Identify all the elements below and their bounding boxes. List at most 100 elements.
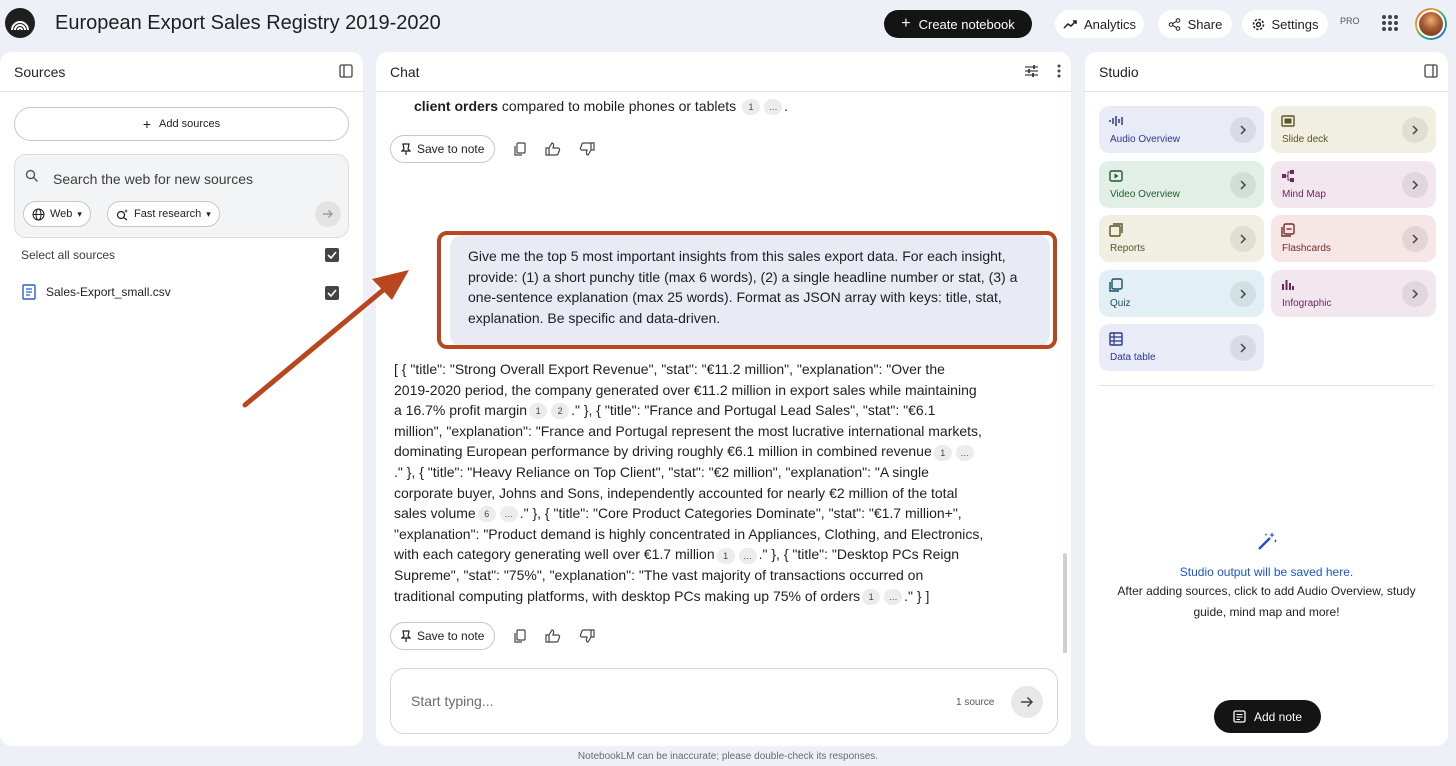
settings-button[interactable]: Settings [1242, 10, 1328, 38]
citation-chip[interactable]: … [499, 506, 518, 523]
citation-chip[interactable]: … [764, 99, 783, 116]
chat-messages[interactable]: client orders compared to mobile phones … [376, 93, 1071, 653]
notebook-title[interactable]: European Export Sales Registry 2019-2020 [55, 12, 441, 35]
magic-wand-icon [1257, 532, 1277, 550]
tune-icon[interactable] [1024, 64, 1039, 78]
select-all-checkbox[interactable] [325, 248, 339, 262]
analytics-button[interactable]: Analytics [1055, 10, 1144, 38]
slides-icon [1281, 115, 1295, 127]
notebooklm-logo-icon[interactable] [5, 8, 35, 38]
video-icon [1109, 169, 1123, 182]
chat-input[interactable]: Start typing... [411, 693, 493, 709]
studio-tile-label: Reports [1110, 243, 1146, 254]
studio-tile-label: Quiz [1110, 297, 1131, 309]
quiz-icon [1109, 277, 1123, 292]
citation-chip[interactable]: 1 [716, 547, 735, 564]
studio-tile-flashcards[interactable]: Flashcards [1271, 215, 1436, 262]
create-notebook-button[interactable]: + Create notebook [884, 10, 1032, 38]
chevron-right-icon[interactable] [1230, 226, 1256, 252]
studio-tile-label: Mind Map [1282, 188, 1326, 200]
studio-tile-label: Infographic [1282, 297, 1332, 309]
studio-tile-mind-map[interactable]: Mind Map [1271, 160, 1436, 208]
thumbs-up-icon[interactable] [545, 629, 561, 643]
chat-scrollbar[interactable] [1063, 553, 1067, 653]
table-icon [1109, 332, 1123, 346]
citation-chip[interactable]: 2 [551, 403, 570, 420]
collapse-panel-icon[interactable] [339, 64, 353, 78]
research-mode-dropdown[interactable]: Fast research ▾ [107, 201, 220, 227]
prev-text: compared to mobile phones or tablets [501, 98, 737, 114]
pin-icon [401, 629, 411, 642]
studio-tile-label: Slide deck [1282, 134, 1329, 145]
prev-bold-text: client orders [414, 98, 499, 114]
apps-grid-icon[interactable] [1382, 15, 1398, 31]
save-to-note-button[interactable]: Save to note [390, 622, 496, 650]
studio-tile-reports[interactable]: Reports [1099, 215, 1264, 262]
studio-tile-data-table[interactable]: Data table [1099, 324, 1264, 371]
share-icon [1168, 17, 1180, 31]
citation-chip[interactable]: … [955, 444, 974, 461]
add-sources-button[interactable]: + Add sources [14, 107, 349, 141]
send-button[interactable] [1011, 686, 1043, 718]
disclaimer: NotebookLM can be inaccurate; please dou… [577, 751, 879, 762]
search-submit-button[interactable] [315, 201, 341, 227]
response-text: ." } ] [904, 587, 930, 604]
pro-badge: PRO [1340, 16, 1360, 26]
citation-chip[interactable]: 1 [529, 403, 548, 420]
thumbs-up-icon[interactable] [545, 142, 561, 156]
studio-tile-video-overview[interactable]: Video Overview [1099, 160, 1264, 208]
studio-tile-quiz[interactable]: Quiz [1099, 269, 1264, 317]
share-button[interactable]: Share [1158, 10, 1232, 38]
collapse-panel-icon[interactable] [1424, 64, 1438, 78]
citation-chip[interactable]: … [738, 547, 757, 564]
top-bar: European Export Sales Registry 2019-2020… [0, 0, 1456, 50]
more-vert-icon[interactable] [1057, 64, 1061, 78]
analytics-label: Analytics [1083, 16, 1137, 32]
thumbs-down-icon[interactable] [579, 142, 595, 156]
sources-panel: Sources + Add sources Search the web for… [0, 52, 363, 746]
studio-tile-infographic[interactable]: Infographic [1271, 269, 1436, 317]
citation-chip[interactable]: 1 [933, 444, 952, 461]
chevron-right-icon[interactable] [1230, 280, 1256, 307]
select-all-label: Select all sources [21, 248, 116, 262]
source-checkbox[interactable] [325, 286, 339, 300]
add-note-button[interactable]: Add note [1214, 700, 1321, 733]
studio-tile-label: Audio Overview [1110, 134, 1181, 145]
plus-icon: + [142, 116, 152, 132]
settings-label: Settings [1271, 16, 1319, 32]
previous-response-tail: client orders compared to mobile phones … [414, 98, 788, 116]
citation-chip[interactable]: 1 [862, 588, 881, 605]
chevron-right-icon[interactable] [1402, 280, 1428, 307]
chevron-right-icon[interactable] [1402, 117, 1428, 143]
chat-composer[interactable]: Start typing... 1 source [390, 668, 1058, 734]
chevron-right-icon[interactable] [1230, 335, 1256, 361]
arrow-right-icon [1021, 696, 1034, 708]
studio-tile-slide-deck[interactable]: Slide deck [1271, 106, 1436, 153]
citation-chip[interactable]: … [884, 588, 903, 605]
studio-panel: Studio Audio Overview Slide deck Video Ove… [1085, 52, 1448, 746]
search-input[interactable]: Search the web for new sources [53, 171, 253, 187]
source-count: 1 source [956, 697, 995, 708]
chevron-right-icon[interactable] [1230, 117, 1256, 143]
avatar[interactable] [1415, 8, 1447, 40]
studio-tile-label: Flashcards [1282, 243, 1331, 254]
save-to-note-button[interactable]: Save to note [390, 135, 496, 163]
chevron-right-icon[interactable] [1402, 171, 1428, 198]
save-to-note-label: Save to note [417, 629, 485, 643]
studio-tile-audio-overview[interactable]: Audio Overview [1099, 106, 1264, 153]
chevron-right-icon[interactable] [1402, 226, 1428, 252]
studio-tile-label: Data table [1110, 352, 1156, 363]
web-dropdown[interactable]: Web ▾ [23, 201, 91, 227]
research-label: Fast research [134, 208, 202, 220]
web-search-box[interactable]: Search the web for new sources Web ▾ Fas… [14, 154, 349, 238]
citation-chip[interactable]: 1 [742, 99, 761, 116]
source-item[interactable]: Sales-Export_small.csv [22, 284, 171, 300]
citation-chip[interactable]: 6 [477, 506, 496, 523]
message-actions: Save to note [390, 622, 595, 650]
studio-header: Studio [1085, 52, 1448, 92]
chevron-right-icon[interactable] [1230, 171, 1256, 198]
note-icon [1233, 710, 1246, 723]
copy-icon[interactable] [513, 629, 527, 643]
thumbs-down-icon[interactable] [579, 629, 595, 643]
copy-icon[interactable] [513, 142, 527, 156]
